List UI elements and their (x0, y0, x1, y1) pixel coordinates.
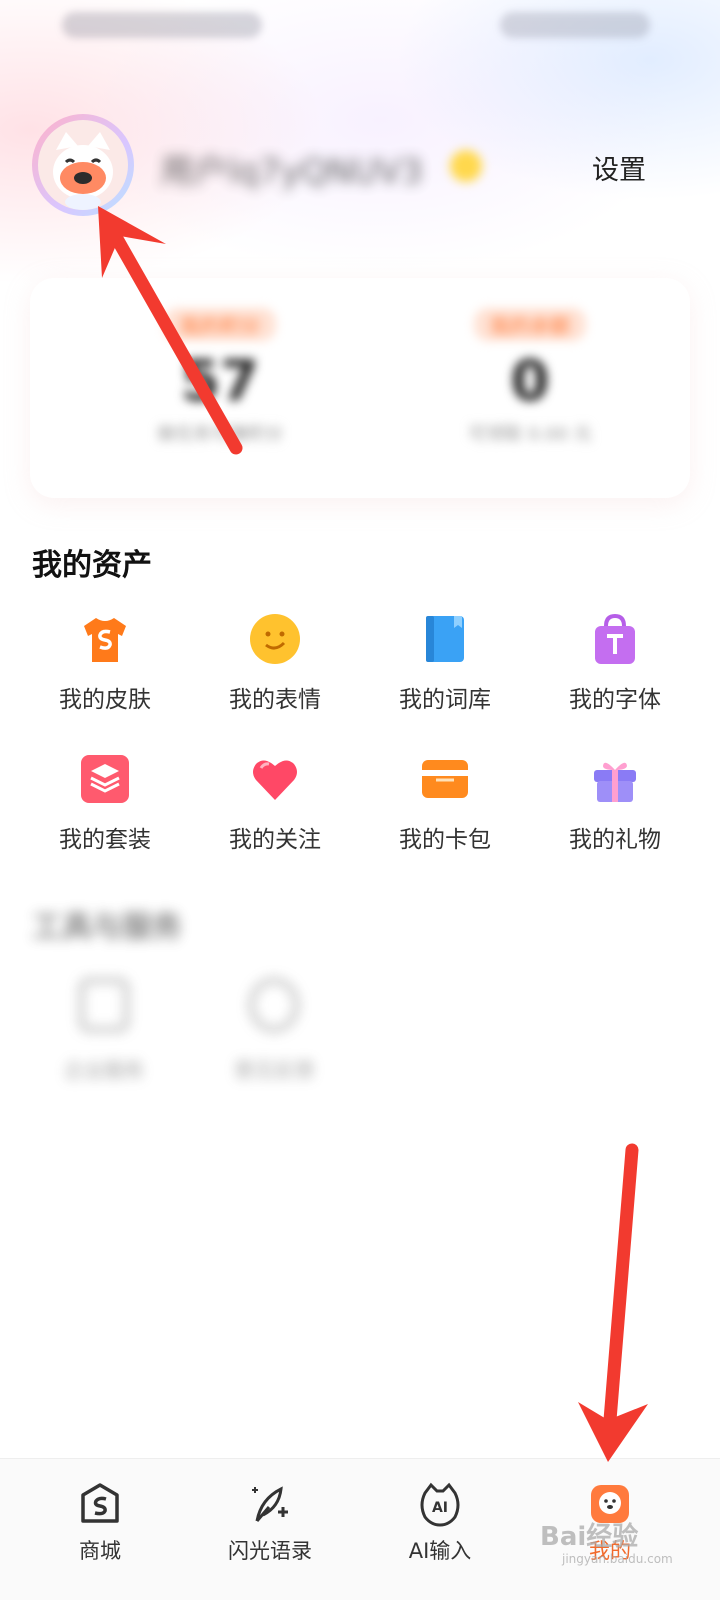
status-battery-signal (500, 12, 650, 38)
tool-label: 意见反馈 (234, 1058, 314, 1082)
svg-text:AI: AI (432, 1500, 448, 1516)
username[interactable]: 用户lq7yQNUV3 (160, 144, 423, 192)
stat-desc: 可领取 0.00 元 (468, 424, 592, 445)
status-time-carrier (62, 12, 262, 38)
nav-label: 闪光语录 (228, 1539, 312, 1563)
stats-card: 我的积分 57 做任务可赚积分 我的余额 0 可领取 0.00 元 (30, 278, 690, 498)
dog-avatar-icon (38, 120, 128, 210)
stat-tag: 我的积分 (164, 308, 276, 341)
asset-item-font[interactable]: 我的字体 (530, 612, 700, 714)
asset-label: 我的礼物 (569, 827, 661, 853)
asset-item-skin[interactable]: 我的皮肤 (20, 612, 190, 714)
gift-icon (594, 762, 636, 802)
nav-label: 商城 (79, 1539, 121, 1563)
heart-icon (253, 760, 297, 800)
stat-value: 0 (510, 349, 550, 414)
document-icon (79, 978, 129, 1032)
tool-item-feedback[interactable]: 意见反馈 (214, 978, 334, 1083)
nav-ai-input[interactable]: AI AI输入 (350, 1479, 530, 1565)
asset-item-dictionary[interactable]: 我的词库 (360, 612, 530, 714)
feedback-icon (249, 978, 299, 1032)
book-icon (426, 616, 464, 662)
points-stat[interactable]: 我的积分 57 做任务可赚积分 (105, 308, 335, 446)
quill-icon (252, 1486, 288, 1522)
store-icon (81, 1483, 119, 1523)
stat-value: 57 (181, 349, 259, 414)
status-bar (0, 0, 720, 56)
asset-label: 我的皮肤 (59, 687, 151, 713)
watermark-logo: Bai经验 (540, 1522, 639, 1552)
asset-label: 我的关注 (229, 827, 321, 853)
settings-button[interactable]: 设置 (592, 148, 646, 187)
ai-icon: AI (420, 1482, 460, 1527)
asset-label: 我的字体 (569, 687, 661, 713)
assets-section-title: 我的资产 (32, 548, 152, 583)
tool-label: 企业服务 (64, 1058, 144, 1082)
asset-item-cards[interactable]: 我的卡包 (360, 752, 530, 854)
asset-label: 我的套装 (59, 827, 151, 853)
stat-desc: 做任务可赚积分 (157, 424, 283, 445)
font-bag-icon (595, 613, 635, 664)
watermark-url: jingyan.baidu.com (562, 1552, 673, 1566)
avatar[interactable] (32, 114, 134, 216)
card-icon (422, 760, 468, 798)
arrow-to-mine-tab (578, 1143, 648, 1462)
balance-stat[interactable]: 我的余额 0 可领取 0.00 元 (415, 308, 645, 446)
vip-badge-icon (450, 150, 482, 182)
layers-icon (81, 755, 129, 803)
asset-label: 我的卡包 (399, 827, 491, 853)
tshirt-icon (84, 618, 126, 662)
asset-item-follow[interactable]: 我的关注 (190, 752, 360, 854)
nav-flash-quotes[interactable]: 闪光语录 (180, 1479, 360, 1565)
tools-section-title: 工具与服务 (32, 910, 182, 945)
asset-label: 我的表情 (229, 687, 321, 713)
asset-item-bundle[interactable]: 我的套装 (20, 752, 190, 854)
nav-label: AI输入 (408, 1539, 472, 1563)
asset-label: 我的词库 (399, 687, 491, 713)
asset-item-emoji[interactable]: 我的表情 (190, 612, 360, 714)
nav-store[interactable]: 商城 (10, 1479, 190, 1565)
smiley-icon (250, 614, 300, 664)
asset-item-gift[interactable]: 我的礼物 (530, 752, 700, 854)
stat-tag: 我的余额 (474, 308, 586, 341)
tool-item-enterprise[interactable]: 企业服务 (44, 978, 164, 1083)
